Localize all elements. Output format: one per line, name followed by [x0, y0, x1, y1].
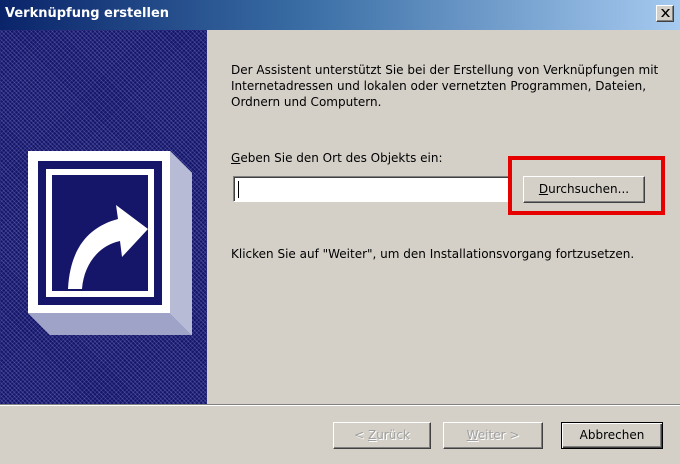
location-input[interactable] [233, 176, 511, 202]
close-icon [661, 9, 670, 17]
back-accel: Z [367, 428, 377, 442]
next-rest: eiter > [477, 428, 520, 442]
back-button[interactable]: < Zurück [333, 422, 431, 449]
wizard-content: Der Assistent unterstützt Sie bei der Er… [207, 30, 680, 404]
wizard-footer: < Zurück Weiter > Abbrechen [0, 406, 680, 464]
back-rest: urück [376, 428, 410, 442]
title-bar[interactable]: Verknüpfung erstellen [0, 0, 680, 30]
continue-text: Klicken Sie auf "Weiter", um den Install… [231, 247, 635, 261]
description-text: Der Assistent unterstützt Sie bei der Er… [231, 63, 659, 109]
close-button[interactable] [656, 5, 674, 22]
highlight-box [508, 156, 665, 215]
location-label-rest: eben Sie den Ort des Objekts ein: [240, 151, 443, 165]
next-accel: W [466, 428, 478, 442]
location-label-accel: G [231, 151, 241, 165]
next-button[interactable]: Weiter > [443, 422, 543, 449]
cancel-button[interactable]: Abbrechen [561, 422, 663, 449]
shortcut-arrow-icon [28, 151, 192, 335]
window-title: Verknüpfung erstellen [5, 6, 170, 21]
text-caret [238, 181, 239, 198]
wizard-sidebar-banner [0, 30, 207, 404]
wizard-window: Verknüpfung erstellen Der Assistent unte… [0, 0, 680, 464]
location-label: Geben Sie den Ort des Objekts ein: [231, 151, 443, 165]
back-prefix: < [354, 428, 368, 442]
